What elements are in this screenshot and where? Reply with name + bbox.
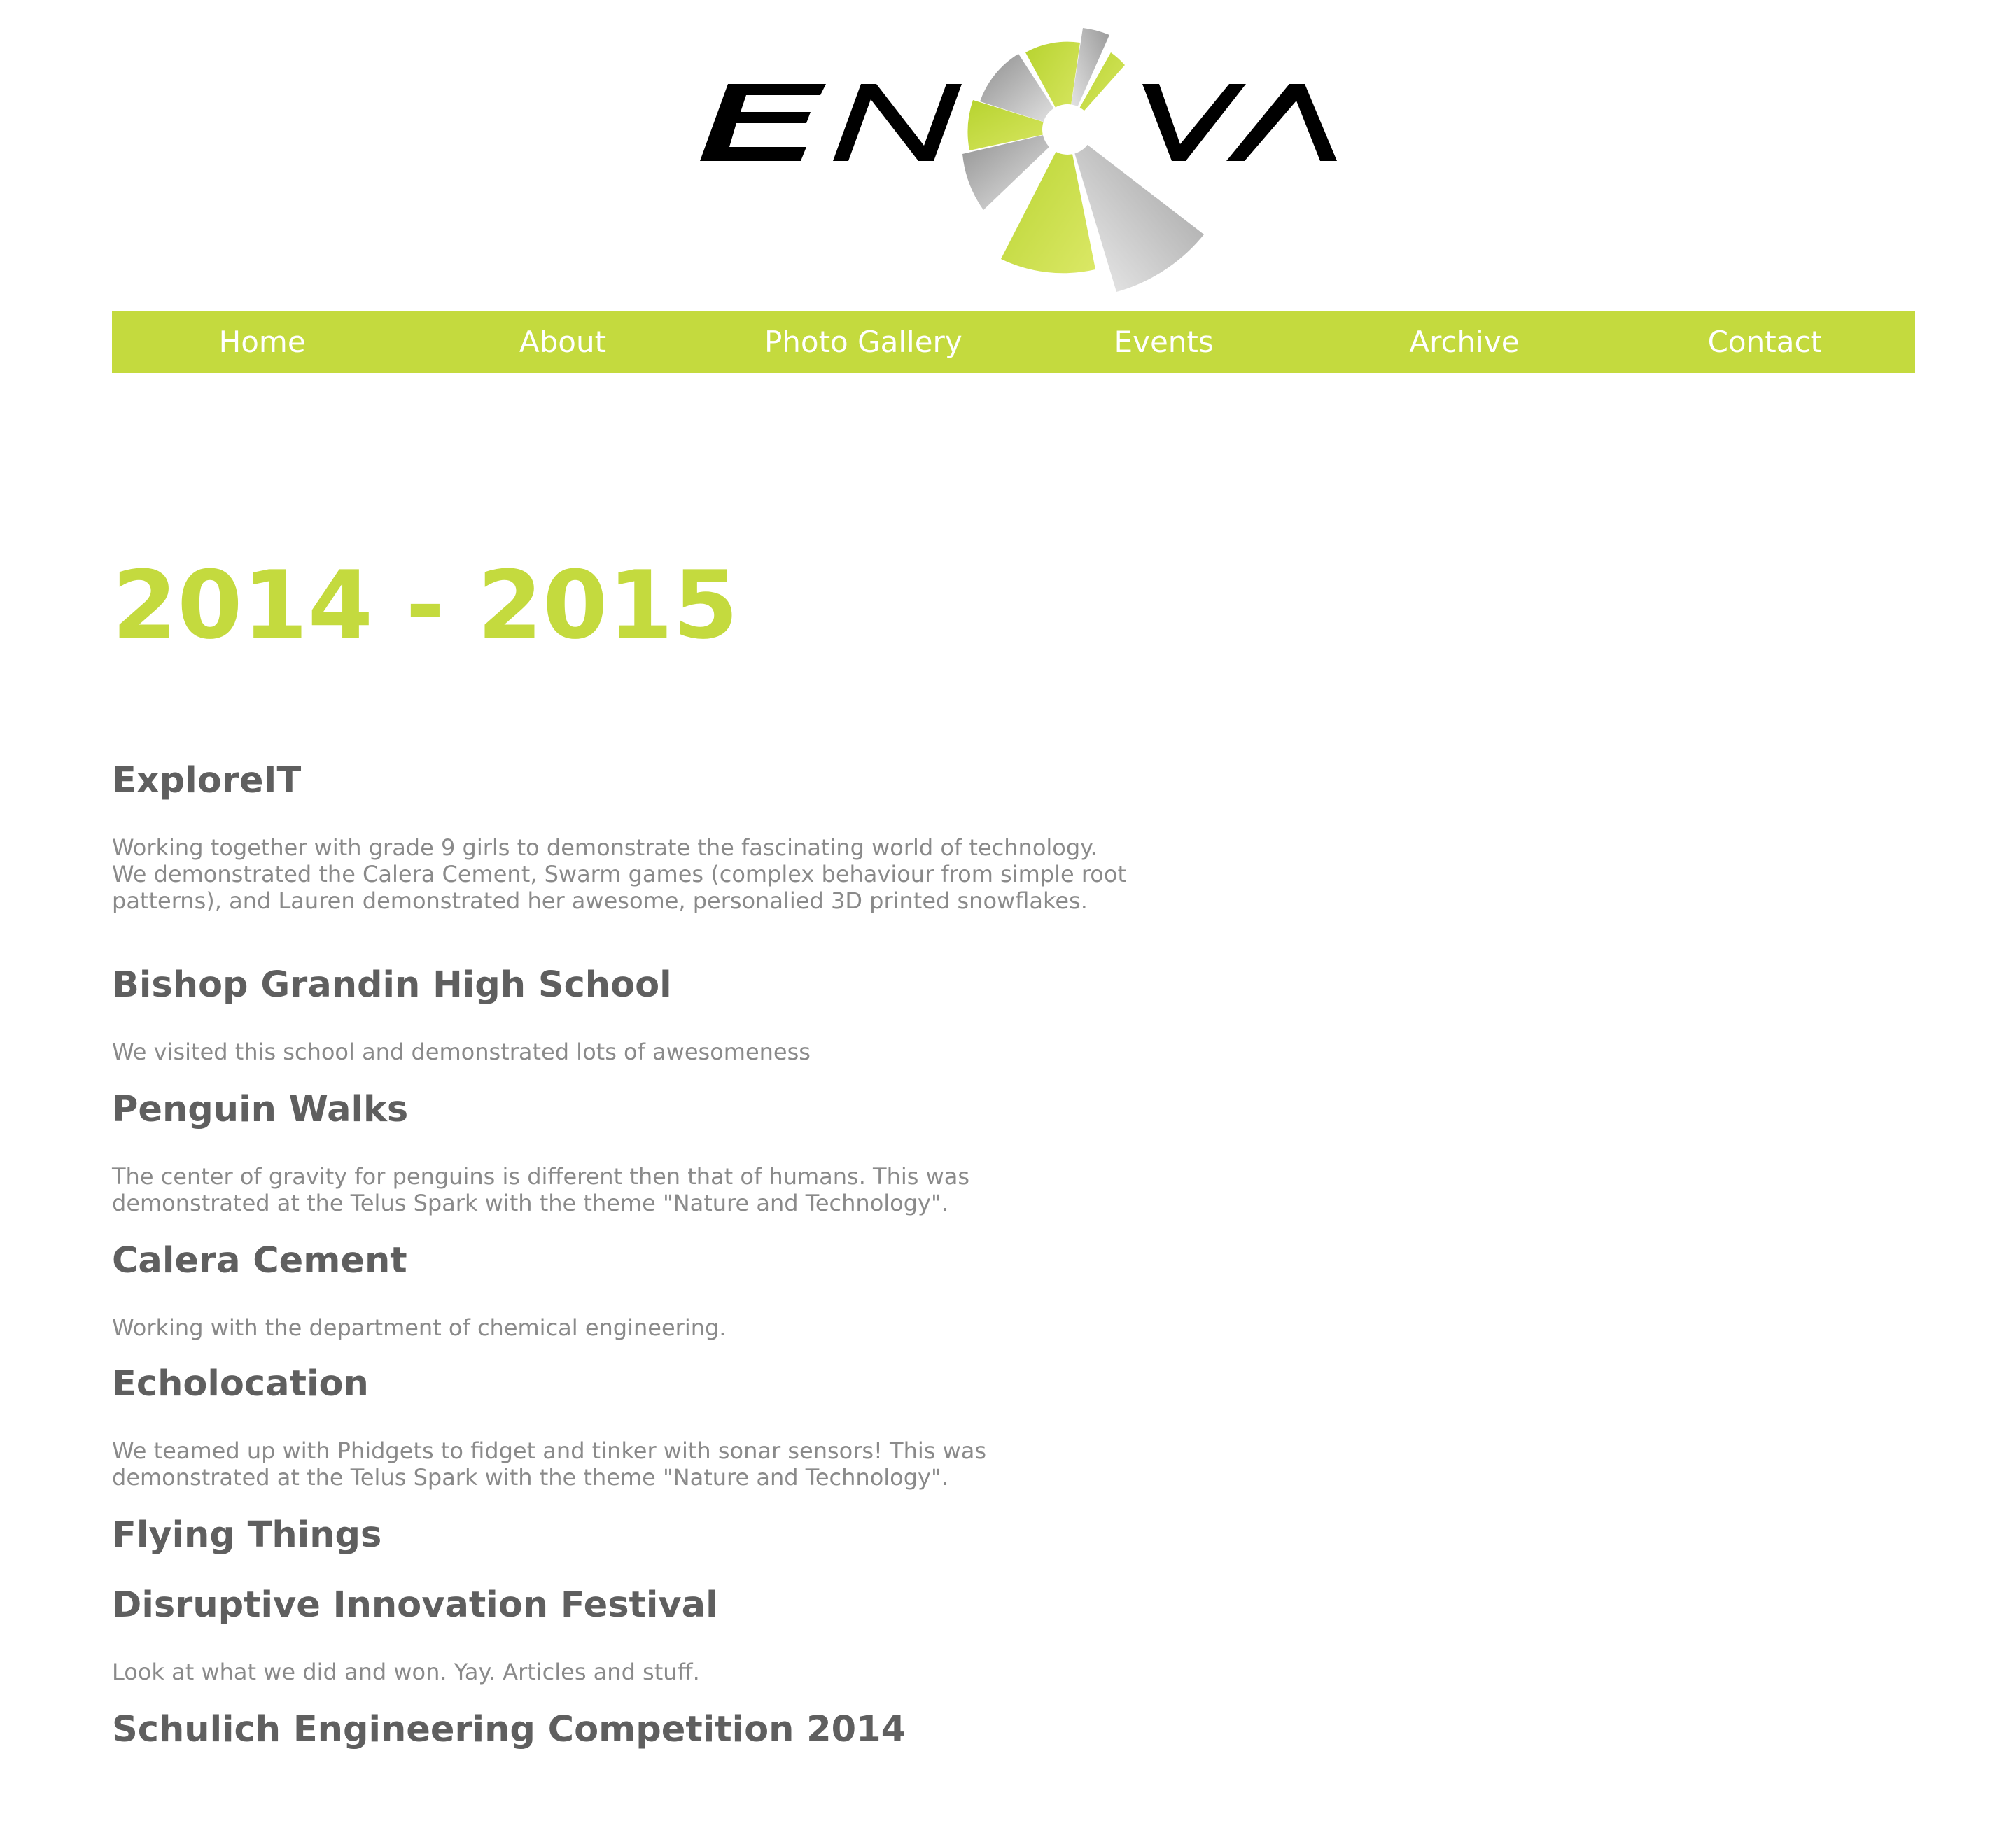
main-nav: Home About Photo Gallery Events Archive … <box>112 311 1915 373</box>
event-title-penguin-walks: Penguin Walks <box>112 1089 409 1130</box>
event-desc-echolocation: We teamed up with Phidgets to fidget and… <box>112 1437 987 1491</box>
nav-item-events[interactable]: Events <box>1014 311 1314 373</box>
nav-item-home[interactable]: Home <box>112 311 412 373</box>
event-desc-penguin-walks: The center of gravity for penguins is di… <box>112 1163 970 1216</box>
event-desc-exploreit: Working together with grade 9 girls to d… <box>112 834 1126 914</box>
event-title-calera-cement: Calera Cement <box>112 1240 407 1281</box>
event-title-echolocation: Echolocation <box>112 1363 369 1405</box>
event-desc-calera-cement: Working with the department of chemical … <box>112 1314 727 1341</box>
nav-item-photo-gallery[interactable]: Photo Gallery <box>713 311 1014 373</box>
event-title-flying-things: Flying Things <box>112 1514 382 1556</box>
event-title-schulich: Schulich Engineering Competition 2014 <box>112 1709 906 1750</box>
logo-letters-va <box>1142 84 1337 161</box>
event-title-exploreit: ExploreIT <box>112 760 302 801</box>
event-title-disruptive-innovation: Disruptive Innovation Festival <box>112 1584 718 1626</box>
nav-item-archive[interactable]: Archive <box>1314 311 1614 373</box>
logo-aperture-icon <box>962 28 1204 292</box>
nav-item-contact[interactable]: Contact <box>1615 311 1915 373</box>
logo-letters-en <box>700 84 962 161</box>
event-title-bishop-grandin: Bishop Grandin High School <box>112 964 672 1006</box>
header <box>0 0 2016 308</box>
enova-logo[interactable] <box>686 14 1344 308</box>
main-content: 2014 - 2015 ExploreIT Working together w… <box>112 546 1127 1750</box>
event-desc-bishop-grandin: We visited this school and demonstrated … <box>112 1039 811 1065</box>
event-desc-disruptive-innovation: Look at what we did and won. Yay. Articl… <box>112 1659 700 1685</box>
page-title: 2014 - 2015 <box>112 551 738 660</box>
nav-item-about[interactable]: About <box>412 311 713 373</box>
